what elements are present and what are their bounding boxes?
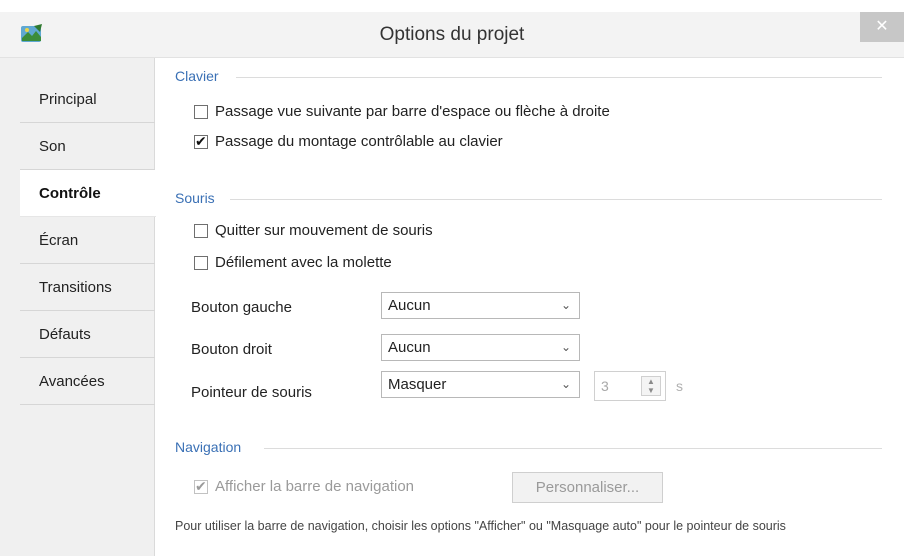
sidebar-item-controle[interactable]: Contrôle	[20, 170, 156, 217]
checkbox-box[interactable]	[194, 255, 208, 270]
pointer-label: Pointeur de souris	[191, 384, 312, 401]
delay-unit: s	[676, 378, 683, 394]
options-sidebar: Principal Son Contrôle Écran Transitions…	[0, 58, 156, 556]
chevron-down-icon: ⌄	[560, 298, 571, 312]
next-view-checkbox[interactable]: Passage vue suivante par barre d'espace …	[194, 103, 610, 120]
section-title-navigation: Navigation	[175, 439, 242, 455]
section-divider	[230, 199, 882, 200]
wheel-scroll-checkbox[interactable]: Défilement avec la molette	[194, 254, 392, 271]
checkbox-label: Passage du montage contrôlable au clavie…	[215, 133, 503, 150]
top-strip	[0, 0, 904, 12]
sidebar-item-defauts[interactable]: Défauts	[20, 311, 155, 358]
sidebar-item-principal[interactable]: Principal	[20, 76, 155, 123]
checkbox-box[interactable]	[194, 104, 208, 119]
sidebar-item-avancees[interactable]: Avancées	[20, 358, 155, 405]
quit-on-move-checkbox[interactable]: Quitter sur mouvement de souris	[194, 222, 433, 239]
close-button[interactable]: ✕	[860, 12, 904, 42]
chevron-down-icon: ⌄	[560, 377, 571, 391]
pointer-select[interactable]: Masquer ⌄	[381, 371, 580, 398]
select-value: Aucun	[388, 339, 431, 356]
left-button-label: Bouton gauche	[191, 299, 292, 316]
sidebar-item-son[interactable]: Son	[20, 123, 155, 170]
section-divider	[236, 77, 882, 78]
customize-button[interactable]: Personnaliser...	[512, 472, 663, 503]
select-value: Aucun	[388, 297, 431, 314]
spin-arrows-icon[interactable]: ▲ ▼	[641, 376, 661, 396]
sidebar-item-ecran[interactable]: Écran	[20, 217, 155, 264]
section-title-clavier: Clavier	[175, 68, 219, 84]
options-content: Clavier Passage vue suivante par barre d…	[156, 58, 904, 556]
select-value: Masquer	[388, 376, 447, 393]
title-bar: Options du projet ✕	[0, 12, 904, 58]
sidebar-item-transitions[interactable]: Transitions	[20, 264, 155, 311]
checkbox-box[interactable]	[194, 478, 208, 495]
checkbox-label: Défilement avec la molette	[215, 254, 392, 271]
section-divider	[264, 448, 882, 449]
checkbox-label: Passage vue suivante par barre d'espace …	[215, 103, 610, 120]
checkbox-label: Quitter sur mouvement de souris	[215, 222, 433, 239]
chevron-down-icon: ⌄	[560, 340, 571, 354]
section-title-souris: Souris	[175, 190, 215, 206]
checkbox-label: Afficher la barre de navigation	[215, 478, 415, 495]
keyboard-control-checkbox[interactable]: Passage du montage contrôlable au clavie…	[194, 133, 503, 150]
checkbox-box[interactable]	[194, 133, 208, 150]
show-nav-bar-checkbox[interactable]: Afficher la barre de navigation	[194, 478, 414, 495]
checkbox-box[interactable]	[194, 223, 208, 238]
right-button-label: Bouton droit	[191, 341, 272, 358]
left-button-select[interactable]: Aucun ⌄	[381, 292, 580, 319]
stepper-value: 3	[601, 378, 609, 394]
pointer-delay-stepper[interactable]: 3 ▲ ▼	[594, 371, 666, 401]
project-options-dialog: Options du projet ✕ Principal Son Contrô…	[0, 0, 904, 556]
right-button-select[interactable]: Aucun ⌄	[381, 334, 580, 361]
navigation-note: Pour utiliser la barre de navigation, ch…	[175, 519, 786, 533]
dialog-title: Options du projet	[379, 24, 525, 45]
